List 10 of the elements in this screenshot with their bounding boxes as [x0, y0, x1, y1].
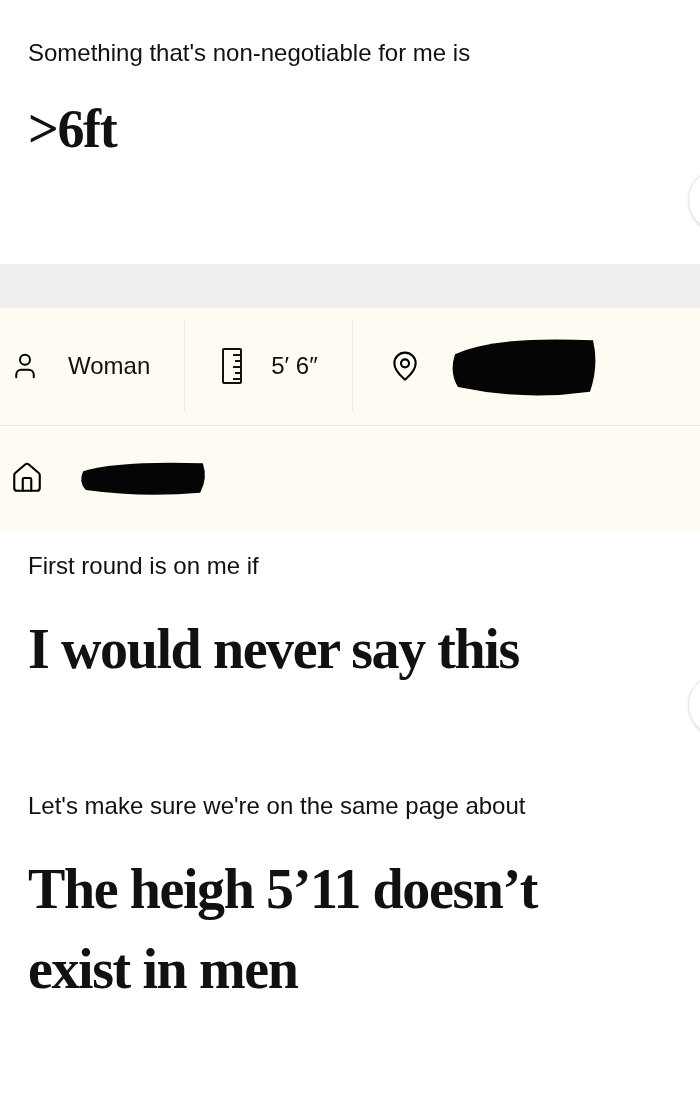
prompt-answer: I would never say this	[28, 616, 520, 682]
prompt-question: Let's make sure we're on the same page about	[28, 790, 527, 821]
home-icon	[10, 461, 44, 495]
prompt-answer: >6ft	[28, 98, 119, 161]
detail-text: 5′ 6″	[271, 351, 318, 381]
detail-text: Woman	[68, 351, 151, 381]
ruler-icon	[221, 347, 244, 385]
prompt-question: First round is on me if	[28, 550, 260, 581]
prompt-answer: The heigh 5’11 doesn’t exist in men	[28, 856, 540, 1002]
prompt-question: Something that's non-negotiable for me is	[28, 38, 472, 68]
